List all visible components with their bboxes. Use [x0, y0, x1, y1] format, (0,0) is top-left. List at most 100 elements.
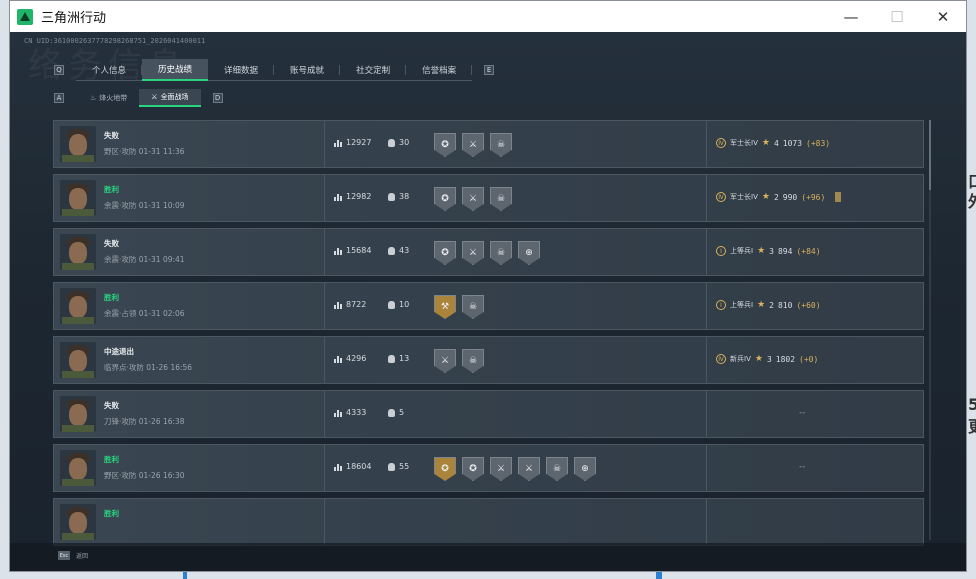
rank-label: 上等兵Ⅰ: [730, 301, 754, 309]
medal-icon[interactable]: ☠: [462, 349, 484, 373]
skull-icon: [388, 462, 395, 471]
medal-glyph: ⚔: [524, 464, 534, 474]
subtab-label: 烽火地带: [99, 94, 128, 102]
divider: [706, 337, 707, 383]
scrollbar[interactable]: [929, 120, 931, 540]
scrollbar-thumb[interactable]: [929, 120, 931, 190]
medal-glyph: ☠: [468, 356, 478, 366]
medal-list: ⚔ ☠: [434, 349, 484, 373]
minimize-button[interactable]: —: [828, 1, 874, 32]
medal-glyph: ✪: [441, 140, 449, 150]
match-result: 胜利: [104, 455, 119, 464]
match-row[interactable]: 胜利 余震·占领 01-31 02:06 8722 10 ⚒ ☠ Ⅰ 上等兵Ⅰ ★ 2 810 (+6…: [53, 282, 924, 330]
tab-match-history[interactable]: 历史战绩: [142, 59, 209, 81]
match-row[interactable]: 胜利: [53, 498, 924, 546]
medal-icon[interactable]: ☠: [490, 133, 512, 157]
kills-value: 13: [399, 354, 410, 363]
app-logo-icon: [17, 8, 33, 25]
subtab-prev-key[interactable]: A: [54, 93, 64, 103]
maximize-button[interactable]: ☐: [874, 1, 920, 32]
tab-personal-info[interactable]: 个人信息: [76, 59, 143, 81]
match-row[interactable]: 中途退出 临界点·攻防 01-26 16:56 4296 13 ⚔ ☠ Ⅳ 新兵IV ★ 3 180…: [53, 336, 924, 384]
divider: [324, 499, 325, 545]
score-value: 12982: [346, 192, 372, 201]
match-map-time: 野区·攻防 01-26 16:30: [104, 471, 185, 480]
subtab-extraction[interactable]: ♨ 烽火地带: [78, 89, 139, 107]
divider: [706, 445, 707, 491]
title-bar[interactable]: 三角洲行动 — ☐ ✕: [10, 1, 966, 32]
subtab-warfare[interactable]: ⚔ 全面战场: [139, 89, 201, 107]
star-icon: ★: [757, 246, 766, 256]
medal-glyph: ☠: [552, 464, 562, 474]
divider: [324, 337, 325, 383]
score-value: 4333: [346, 408, 367, 417]
medal-icon[interactable]: ⚔: [462, 241, 484, 265]
match-map-time: 余震·攻防 01-31 09:41: [104, 255, 185, 264]
medal-icon[interactable]: ⚔: [434, 349, 456, 373]
bar-chart-icon: [334, 355, 342, 363]
rank-empty: --: [799, 462, 806, 472]
match-map-time: 临界点·攻防 01-26 16:56: [104, 363, 193, 372]
tab-next-key[interactable]: E: [484, 65, 495, 75]
score-value: 15684: [346, 246, 372, 255]
star-icon: ★: [757, 300, 766, 310]
rank-stars: 3: [769, 246, 774, 256]
divider: [324, 445, 325, 491]
medal-glyph: ☠: [468, 302, 478, 312]
match-row[interactable]: 失败 刀锋·攻防 01-26 16:38 4333 5 --: [53, 390, 924, 438]
medal-icon[interactable]: ✪: [434, 457, 456, 481]
rank-delta: (+84): [796, 246, 821, 256]
medal-icon[interactable]: ☠: [546, 457, 568, 481]
tab-social[interactable]: 社交定制: [340, 59, 407, 81]
close-button[interactable]: ✕: [920, 1, 966, 32]
match-row[interactable]: 胜利 野区·攻防 01-26 16:30 18604 55 ✪ ✪ ⚔ ⚔ ☠ ⊕ --: [53, 444, 924, 492]
medal-icon[interactable]: ☠: [490, 241, 512, 265]
score-stat: 12927: [334, 138, 371, 147]
tab-detailed-data[interactable]: 详细数据: [208, 59, 275, 81]
medal-icon[interactable]: ⚒: [434, 295, 456, 319]
tab-achievements[interactable]: 账号成就: [274, 59, 341, 81]
match-result: 胜利: [104, 185, 119, 194]
kills-stat: 55: [388, 462, 409, 471]
rank-stars: 2: [769, 300, 774, 310]
medal-icon[interactable]: ✪: [462, 457, 484, 481]
medal-glyph: ⚔: [468, 248, 478, 258]
divider: [706, 499, 707, 545]
back-label[interactable]: 返回: [76, 551, 88, 560]
medal-icon[interactable]: ☠: [462, 295, 484, 319]
medal-icon[interactable]: ☠: [490, 187, 512, 211]
subtab-next-key[interactable]: D: [212, 93, 223, 103]
rank-info: Ⅳ 新兵IV ★ 3 1802 (+0): [716, 354, 818, 364]
medal-icon[interactable]: ⚔: [490, 457, 512, 481]
skull-icon: [388, 354, 395, 363]
score-stat: 18604: [334, 462, 371, 471]
medal-icon[interactable]: ⚔: [462, 187, 484, 211]
medal-list: ✪ ⚔ ☠: [434, 133, 512, 157]
avatar: [60, 450, 96, 486]
match-row[interactable]: 失败 野区·攻防 01-31 11:36 12927 30 ✪ ⚔ ☠ Ⅳ 军士长IV ★ 4 107…: [53, 120, 924, 168]
skull-icon: [388, 192, 395, 201]
skull-icon: [388, 408, 395, 417]
footer-bar: Esc 返回: [10, 543, 966, 571]
kills-stat: 10: [388, 300, 409, 309]
tab-prev-key[interactable]: Q: [54, 65, 64, 75]
crosshair-icon: ⚔: [151, 93, 158, 101]
medal-icon[interactable]: ✪: [434, 133, 456, 157]
match-row[interactable]: 失败 余震·攻防 01-31 09:41 15684 43 ✪ ⚔ ☠ ⊕ Ⅰ 上等兵Ⅰ ★ 3 894…: [53, 228, 924, 276]
match-result: 中途退出: [104, 347, 134, 356]
medal-icon[interactable]: ⚔: [462, 133, 484, 157]
divider: [324, 175, 325, 221]
medal-icon[interactable]: ✪: [434, 241, 456, 265]
medal-icon[interactable]: ✪: [434, 187, 456, 211]
kills-stat: 5: [388, 408, 404, 417]
match-row[interactable]: 胜利 余震·攻防 01-31 10:09 12982 38 ✪ ⚔ ☠ Ⅳ 军士长IV ★ 2 990…: [53, 174, 924, 222]
tab-reputation[interactable]: 信誉档案: [406, 59, 473, 81]
medal-icon[interactable]: ⊕: [574, 457, 596, 481]
medal-glyph: ⊕: [581, 464, 589, 474]
esc-key[interactable]: Esc: [58, 551, 70, 560]
game-content: 络务信息 CN UID:3610002637778298268751_20260…: [10, 32, 966, 571]
medal-icon[interactable]: ⊕: [518, 241, 540, 265]
background-window-text: 更: [968, 418, 976, 436]
medal-icon[interactable]: ⚔: [518, 457, 540, 481]
rank-stars: 2: [773, 192, 779, 202]
